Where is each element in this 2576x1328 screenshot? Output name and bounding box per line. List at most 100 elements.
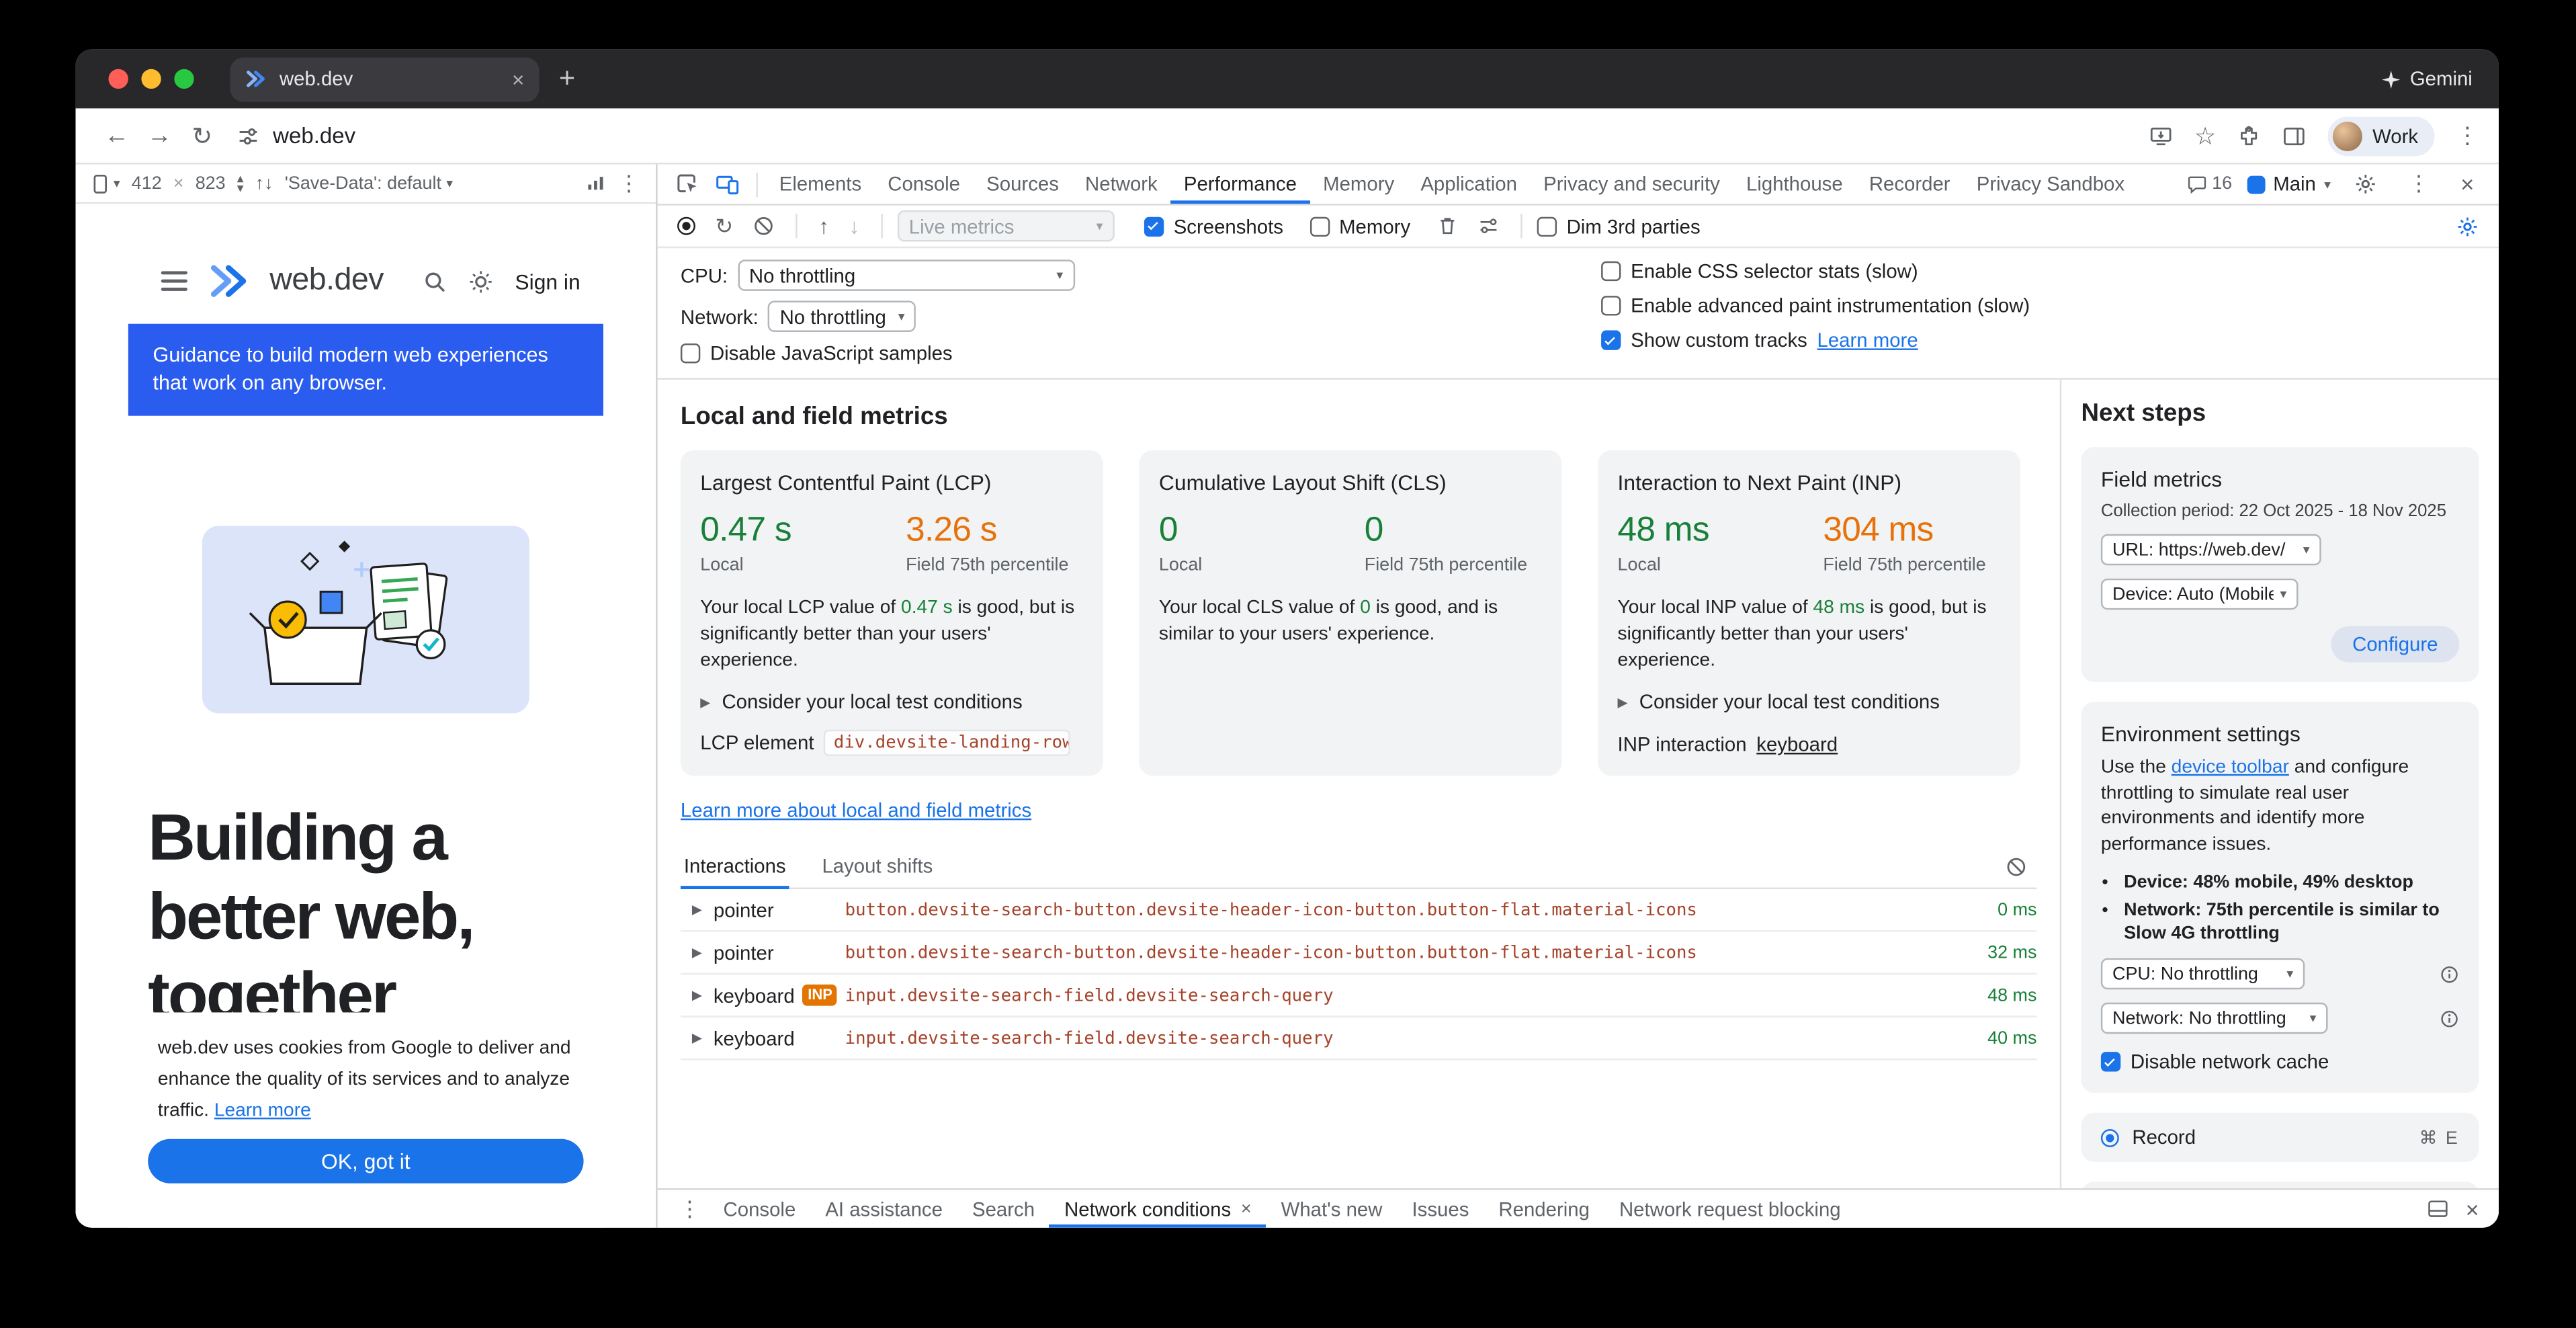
memory-checkbox[interactable]: Memory — [1310, 214, 1410, 237]
device-toolbar-kebab-icon[interactable]: ⋮ — [618, 170, 640, 196]
tab-lighthouse[interactable]: Lighthouse — [1733, 165, 1856, 204]
profile-chip[interactable]: Work — [2328, 116, 2435, 155]
settings-gear-icon[interactable] — [2346, 173, 2385, 196]
disable-network-cache-checkbox[interactable]: Disable network cache — [2101, 1050, 2459, 1073]
drawer-tab-search[interactable]: Search — [957, 1190, 1049, 1228]
drawer-tab-network-request-blocking[interactable]: Network request blocking — [1604, 1190, 1856, 1228]
interaction-node-link[interactable]: input.devsite-search-field.devsite-searc… — [845, 985, 1952, 1005]
lcp-element-node-chip[interactable]: div.devsite-landing-row-item-d… — [824, 730, 1070, 756]
cookie-ok-button[interactable]: OK, got it — [148, 1139, 583, 1184]
throttle-gauge-icon[interactable] — [1471, 215, 1506, 237]
extensions-puzzle-icon[interactable] — [2237, 124, 2260, 147]
drawer-kebab-icon[interactable]: ⋮ — [671, 1196, 708, 1222]
interaction-row[interactable]: ▶ pointer button.devsite-search-button.d… — [681, 889, 2037, 932]
zoom-select[interactable]: ▴ ▾ — [237, 173, 244, 193]
interaction-row[interactable]: ▶ keyboardINP input.devsite-search-field… — [681, 974, 2037, 1018]
close-drawer-icon[interactable]: × — [2466, 1196, 2479, 1222]
console-messages-badge[interactable]: 16 — [2186, 174, 2232, 194]
inp-interaction-link[interactable]: keyboard — [1756, 733, 1838, 756]
install-app-icon[interactable] — [2148, 124, 2173, 147]
tab-console[interactable]: Console — [875, 165, 974, 204]
viewport-height-input[interactable]: 823 — [196, 173, 226, 193]
side-panel-icon[interactable] — [2282, 124, 2307, 147]
site-info-tune-icon[interactable] — [237, 124, 259, 147]
tab-memory[interactable]: Memory — [1310, 165, 1408, 204]
tab-close-icon[interactable]: × — [512, 67, 525, 91]
tab-performance[interactable]: Performance — [1170, 165, 1310, 204]
close-tab-icon[interactable]: × — [1241, 1199, 1252, 1218]
load-profile-icon[interactable]: ↑ — [812, 214, 835, 239]
cpu-throttling-select[interactable]: No throttling ▾ — [738, 259, 1075, 290]
site-brand[interactable]: web.dev — [269, 263, 384, 299]
rotate-icon[interactable]: ↑↓ — [255, 173, 273, 193]
dim-3rd-parties-checkbox[interactable]: Dim 3rd parties — [1537, 214, 1701, 237]
collect-garbage-icon[interactable] — [1430, 215, 1465, 237]
paint-instrumentation-checkbox[interactable]: Enable advanced paint instrumentation (s… — [1601, 294, 2476, 317]
inp-test-conditions-disclosure[interactable]: ▶ Consider your local test conditions — [1618, 690, 2001, 713]
drawer-tab-rendering[interactable]: Rendering — [1484, 1190, 1604, 1228]
tab-sources[interactable]: Sources — [974, 165, 1072, 204]
theme-toggle-sun-icon[interactable] — [469, 269, 494, 294]
tab-network[interactable]: Network — [1072, 165, 1170, 204]
save-profile-icon[interactable]: ↓ — [843, 214, 866, 239]
interaction-row[interactable]: ▶ keyboard input.devsite-search-field.de… — [681, 1018, 2037, 1061]
network-info-icon[interactable] — [2440, 1008, 2459, 1028]
new-tab-button[interactable]: + — [559, 63, 575, 95]
disable-js-samples-checkbox[interactable]: Disable JavaScript samples — [681, 342, 1601, 365]
browser-menu-kebab-icon[interactable]: ⋮ — [2456, 122, 2479, 150]
tab-application[interactable]: Application — [1408, 165, 1531, 204]
row-expand-icon[interactable]: ▶ — [681, 988, 714, 1003]
webdev-logo-icon[interactable] — [207, 263, 250, 299]
record-icon[interactable] — [671, 217, 701, 235]
row-expand-icon[interactable]: ▶ — [681, 1030, 714, 1045]
back-button[interactable]: ← — [95, 122, 138, 150]
clear-icon[interactable] — [746, 215, 781, 237]
cpu-info-icon[interactable] — [2440, 964, 2459, 983]
bookmark-star-icon[interactable]: ☆ — [2194, 121, 2217, 151]
row-expand-icon[interactable]: ▶ — [681, 945, 714, 960]
network-throttling-select[interactable]: No throttling ▾ — [768, 301, 916, 332]
custom-tracks-learn-more-link[interactable]: Learn more — [1817, 329, 1918, 351]
browser-tab[interactable]: web.dev × — [230, 56, 540, 101]
promo-banner[interactable]: Guidance to build modern web experiences… — [128, 324, 603, 416]
drawer-tab-issues[interactable]: Issues — [1398, 1190, 1484, 1228]
tab-elements[interactable]: Elements — [766, 165, 875, 204]
cookie-learn-more-link[interactable]: Learn more — [214, 1101, 311, 1120]
field-device-select[interactable]: Device: Auto (Mobile) ▾ — [2101, 579, 2299, 610]
clear-log-icon[interactable] — [2006, 856, 2036, 877]
sign-in-link[interactable]: Sign in — [515, 269, 580, 294]
interactions-tab[interactable]: Interactions — [681, 845, 789, 889]
close-devtools-icon[interactable]: × — [2452, 171, 2482, 197]
env-network-select[interactable]: Network: No throttling ▾ — [2101, 1003, 2328, 1034]
menu-hamburger-icon[interactable] — [161, 272, 187, 290]
record-and-reload-card[interactable]: ↻ Record and reload ⌘ ⇧ E — [2081, 1181, 2479, 1188]
omnibox[interactable]: web.dev — [237, 123, 355, 148]
record-and-reload-icon[interactable]: ↻ — [709, 213, 740, 239]
interaction-node-link[interactable]: button.devsite-search-button.devsite-hea… — [845, 900, 1952, 919]
toggle-device-toolbar-icon[interactable] — [707, 173, 748, 196]
drawer-tab-whats-new[interactable]: What's new — [1266, 1190, 1398, 1228]
interaction-node-link[interactable]: input.devsite-search-field.devsite-searc… — [845, 1028, 1952, 1048]
devtools-kebab-icon[interactable]: ⋮ — [2400, 171, 2438, 197]
css-selector-stats-checkbox[interactable]: Enable CSS selector stats (slow) — [1601, 259, 2476, 282]
lcp-test-conditions-disclosure[interactable]: ▶ Consider your local test conditions — [700, 690, 1083, 713]
device-type-select[interactable]: ▾ — [92, 173, 120, 193]
capture-settings-gear-icon[interactable] — [2450, 214, 2486, 237]
drawer-tab-ai-assistance[interactable]: AI assistance — [810, 1190, 957, 1228]
gemini-button[interactable]: Gemini — [2382, 67, 2473, 90]
screenshots-checkbox[interactable]: Screenshots — [1144, 214, 1283, 237]
save-data-select[interactable]: 'Save-Data': default ▾ — [285, 173, 453, 193]
reload-button[interactable]: ↻ — [181, 121, 224, 151]
inspect-element-icon[interactable] — [667, 173, 707, 196]
field-url-select[interactable]: URL: https://web.dev/ ▾ — [2101, 534, 2321, 565]
fullscreen-window-button[interactable] — [174, 69, 194, 89]
live-metrics-select[interactable]: Live metrics ▾ — [898, 210, 1115, 241]
interaction-row[interactable]: ▶ pointer button.devsite-search-button.d… — [681, 932, 2037, 975]
record-card[interactable]: Record ⌘ E — [2081, 1113, 2479, 1162]
close-window-button[interactable] — [108, 69, 128, 89]
tab-recorder[interactable]: Recorder — [1856, 165, 1963, 204]
interaction-node-link[interactable]: button.devsite-search-button.devsite-hea… — [845, 942, 1952, 962]
tab-privacy-sandbox[interactable]: Privacy Sandbox — [1963, 165, 2137, 204]
dock-panel-icon[interactable] — [2426, 1198, 2449, 1220]
drawer-tab-console[interactable]: Console — [709, 1190, 811, 1228]
